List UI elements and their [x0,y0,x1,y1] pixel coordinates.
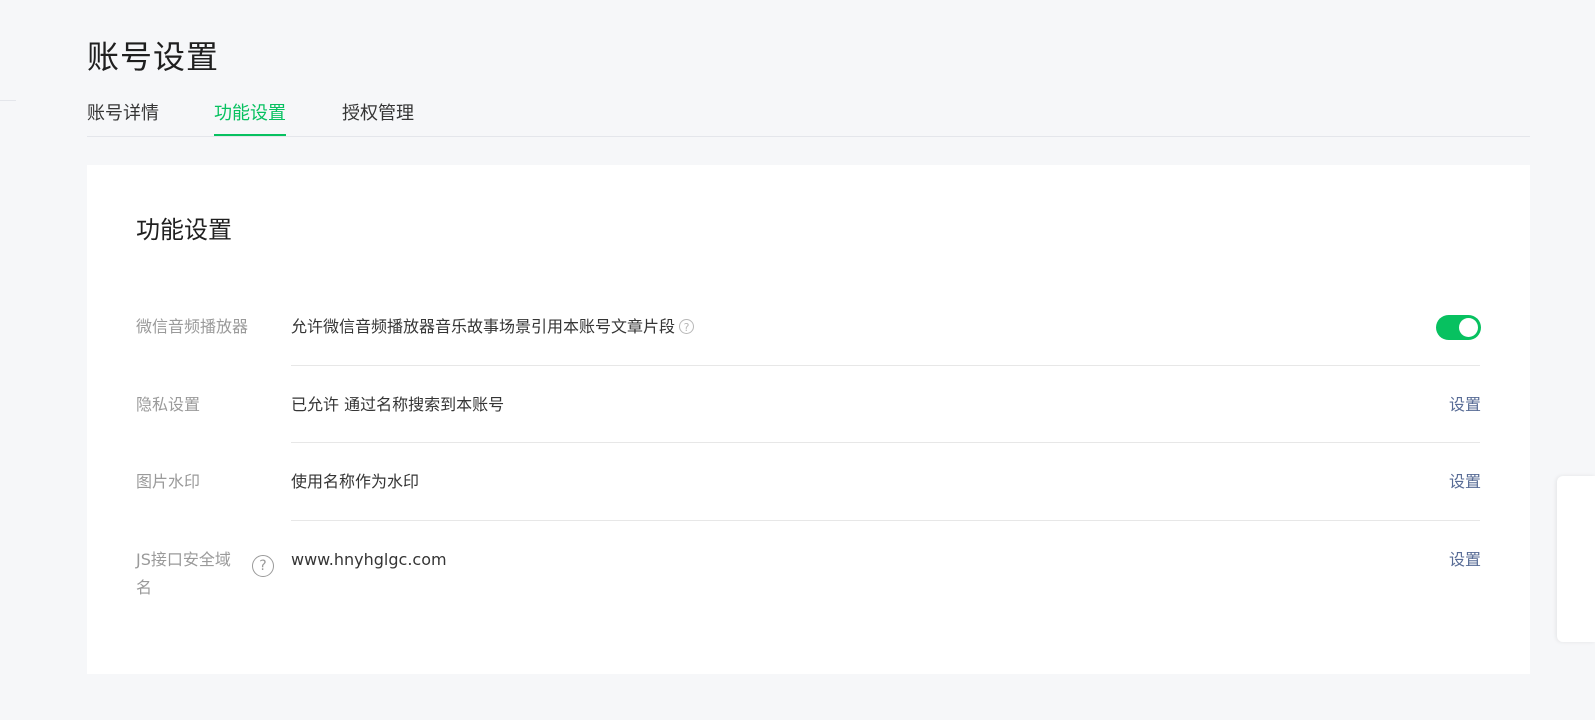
left-edge-divider [0,100,16,101]
feature-settings-card: 功能设置 微信音频播放器 允许微信音频播放器音乐故事场景引用本账号文章片段? 隐… [87,165,1530,674]
question-circle-icon[interactable]: ? [252,555,274,577]
tab-authorization-management[interactable]: 授权管理 [342,100,414,135]
privacy-settings-link[interactable]: 设置 [1449,391,1481,419]
tab-bar: 账号详情 功能设置 授权管理 [87,100,1530,137]
row-value-text: 允许微信音频播放器音乐故事场景引用本账号文章片段 [291,317,676,336]
watermark-settings-link[interactable]: 设置 [1449,468,1481,496]
row-label: 微信音频播放器 [136,317,249,336]
row-value: www.hnyhglgc.com [291,550,447,569]
row-divider [291,442,1480,443]
row-divider [291,520,1480,521]
settings-row-privacy: 隐私设置 已允许 通过名称搜索到本账号 设置 [87,391,1530,444]
row-label: 图片水印 [136,472,201,491]
tab-feature-settings[interactable]: 功能设置 [214,100,286,136]
tab-account-details[interactable]: 账号详情 [87,100,159,135]
toggle-knob [1459,318,1478,337]
card-title: 功能设置 [136,216,232,244]
js-domain-settings-link[interactable]: 设置 [1449,546,1481,574]
row-value: 使用名称作为水印 [291,472,420,491]
floating-side-panel[interactable] [1557,476,1595,642]
settings-row-js-domain: JS接口安全域名 ? www.hnyhglgc.com 设置 [87,546,1530,606]
row-divider [291,365,1480,366]
question-circle-icon[interactable]: ? [679,319,695,334]
settings-row-audio-player: 微信音频播放器 允许微信音频播放器音乐故事场景引用本账号文章片段? [87,313,1530,366]
settings-row-watermark: 图片水印 使用名称作为水印 设置 [87,468,1530,521]
page-title: 账号设置 [87,38,220,76]
row-label: 隐私设置 [136,395,201,414]
audio-player-toggle[interactable] [1436,315,1481,340]
row-label: JS接口安全域名 [136,550,231,597]
row-value: 已允许 通过名称搜索到本账号 [291,395,505,414]
row-value: 允许微信音频播放器音乐故事场景引用本账号文章片段? [291,313,695,341]
